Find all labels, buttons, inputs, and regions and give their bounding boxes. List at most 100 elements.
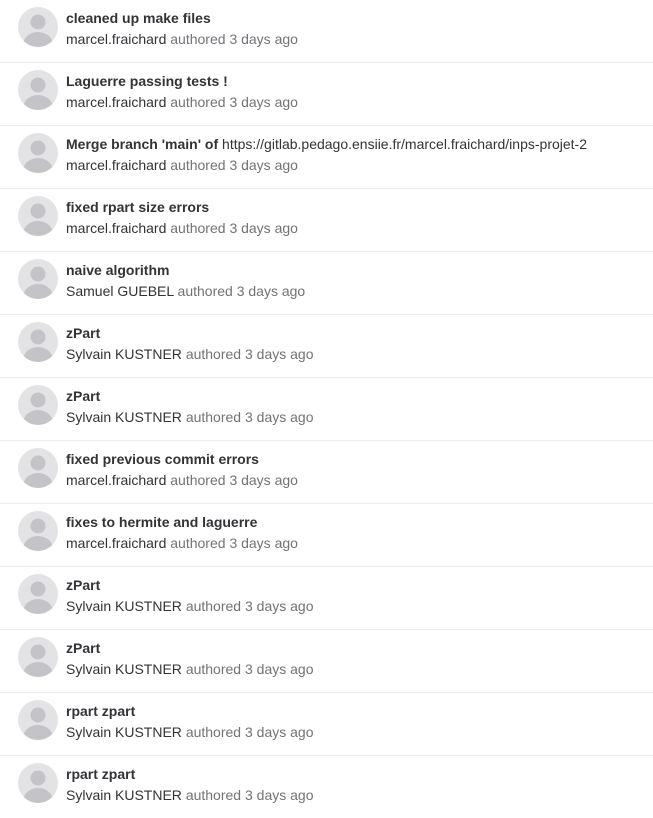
commit-title-link[interactable]: zPart <box>66 323 645 343</box>
author-link[interactable]: marcel.fraichard <box>66 31 166 47</box>
author-link[interactable]: marcel.fraichard <box>66 94 166 110</box>
avatar[interactable] <box>18 637 58 677</box>
commit-time-ago: 3 days ago <box>229 31 298 47</box>
commit-meta: Sylvain KUSTNER authored 3 days ago <box>66 722 645 742</box>
default-user-avatar-icon <box>23 644 53 677</box>
author-link[interactable]: Sylvain KUSTNER <box>66 724 182 740</box>
author-link[interactable]: Samuel GUEBEL <box>66 283 174 299</box>
commit-title-url: https://gitlab.pedago.ensiie.fr/marcel.f… <box>222 136 587 152</box>
commit-row: zPart Sylvain KUSTNER authored 3 days ag… <box>0 315 653 378</box>
commit-content: zPart Sylvain KUSTNER authored 3 days ag… <box>66 386 645 427</box>
avatar[interactable] <box>18 700 58 740</box>
commit-meta: marcel.fraichard authored 3 days ago <box>66 533 645 553</box>
authored-label: authored <box>170 94 226 110</box>
commit-time-ago: 3 days ago <box>229 157 298 173</box>
commit-row: naive algorithm Samuel GUEBEL authored 3… <box>0 252 653 315</box>
commit-content: fixed previous commit errors marcel.frai… <box>66 449 645 490</box>
avatar[interactable] <box>18 448 58 488</box>
commit-content: Merge branch 'main' of https://gitlab.pe… <box>66 134 645 175</box>
default-user-avatar-icon <box>23 707 53 740</box>
commit-list: cleaned up make files marcel.fraichard a… <box>0 0 653 818</box>
avatar[interactable] <box>18 7 58 47</box>
commit-row: zPart Sylvain KUSTNER authored 3 days ag… <box>0 630 653 693</box>
commit-content: zPart Sylvain KUSTNER authored 3 days ag… <box>66 323 645 364</box>
authored-label: authored <box>185 661 242 677</box>
commit-time-ago: 3 days ago <box>244 598 314 614</box>
author-link[interactable]: marcel.fraichard <box>66 220 166 236</box>
commit-meta: Sylvain KUSTNER authored 3 days ago <box>66 407 645 427</box>
commit-row: rpart zpart Sylvain KUSTNER authored 3 d… <box>0 756 653 818</box>
commit-title-link[interactable]: naive algorithm <box>66 260 645 280</box>
commit-meta: Sylvain KUSTNER authored 3 days ago <box>66 344 645 364</box>
commit-content: zPart Sylvain KUSTNER authored 3 days ag… <box>66 575 645 616</box>
authored-label: authored <box>185 724 242 740</box>
commit-content: rpart zpart Sylvain KUSTNER authored 3 d… <box>66 764 645 805</box>
commit-title: fixed previous commit errors <box>66 451 259 467</box>
commit-title: zPart <box>66 388 101 404</box>
commit-title-link[interactable]: rpart zpart <box>66 701 645 721</box>
commit-content: rpart zpart Sylvain KUSTNER authored 3 d… <box>66 701 645 742</box>
commit-title: zPart <box>66 325 101 341</box>
commit-title-link[interactable]: fixed previous commit errors <box>66 449 645 469</box>
commit-title-link[interactable]: zPart <box>66 638 645 658</box>
author-link[interactable]: Sylvain KUSTNER <box>66 346 182 362</box>
avatar[interactable] <box>18 511 58 551</box>
avatar[interactable] <box>18 259 58 299</box>
avatar[interactable] <box>18 763 58 803</box>
commit-content: zPart Sylvain KUSTNER authored 3 days ag… <box>66 638 645 679</box>
avatar[interactable] <box>18 574 58 614</box>
commit-title-link[interactable]: Merge branch 'main' of https://gitlab.pe… <box>66 134 645 154</box>
avatar[interactable] <box>18 385 58 425</box>
author-link[interactable]: marcel.fraichard <box>66 535 166 551</box>
commit-content: Laguerre passing tests ! marcel.fraichar… <box>66 71 645 112</box>
commit-meta: Sylvain KUSTNER authored 3 days ago <box>66 659 645 679</box>
commit-meta: marcel.fraichard authored 3 days ago <box>66 29 645 49</box>
commit-title-link[interactable]: rpart zpart <box>66 764 645 784</box>
commit-time-ago: 3 days ago <box>229 220 298 236</box>
commit-row: rpart zpart Sylvain KUSTNER authored 3 d… <box>0 693 653 756</box>
avatar[interactable] <box>18 70 58 110</box>
author-link[interactable]: Sylvain KUSTNER <box>66 661 182 677</box>
commit-title: naive algorithm <box>66 262 170 278</box>
default-user-avatar-icon <box>23 77 53 110</box>
author-link[interactable]: Sylvain KUSTNER <box>66 409 182 425</box>
avatar[interactable] <box>18 322 58 362</box>
authored-label: authored <box>185 409 242 425</box>
author-link[interactable]: marcel.fraichard <box>66 157 166 173</box>
commit-time-ago: 3 days ago <box>236 283 306 299</box>
commit-meta: Samuel GUEBEL authored 3 days ago <box>66 281 645 301</box>
author-link[interactable]: marcel.fraichard <box>66 472 166 488</box>
commit-meta: marcel.fraichard authored 3 days ago <box>66 155 645 175</box>
commit-title-link[interactable]: zPart <box>66 386 645 406</box>
commit-content: cleaned up make files marcel.fraichard a… <box>66 8 645 49</box>
avatar[interactable] <box>18 196 58 236</box>
commit-time-ago: 3 days ago <box>229 94 298 110</box>
commit-meta: Sylvain KUSTNER authored 3 days ago <box>66 785 645 805</box>
commit-time-ago: 3 days ago <box>244 661 314 677</box>
author-link[interactable]: Sylvain KUSTNER <box>66 787 182 803</box>
commit-title-link[interactable]: Laguerre passing tests ! <box>66 71 645 91</box>
authored-label: authored <box>185 598 242 614</box>
author-link[interactable]: Sylvain KUSTNER <box>66 598 182 614</box>
authored-label: authored <box>170 220 226 236</box>
commit-title-link[interactable]: fixes to hermite and laguerre <box>66 512 645 532</box>
commit-meta: marcel.fraichard authored 3 days ago <box>66 470 645 490</box>
commit-title-link[interactable]: cleaned up make files <box>66 8 645 28</box>
commit-meta: marcel.fraichard authored 3 days ago <box>66 92 645 112</box>
authored-label: authored <box>170 31 226 47</box>
commit-content: naive algorithm Samuel GUEBEL authored 3… <box>66 260 645 301</box>
authored-label: authored <box>177 283 233 299</box>
default-user-avatar-icon <box>23 581 53 614</box>
commit-row: cleaned up make files marcel.fraichard a… <box>0 0 653 63</box>
commit-title: rpart zpart <box>66 703 136 719</box>
commit-title: fixed rpart size errors <box>66 199 210 215</box>
commit-row: zPart Sylvain KUSTNER authored 3 days ag… <box>0 378 653 441</box>
avatar[interactable] <box>18 133 58 173</box>
commit-title: Merge branch 'main' of <box>66 136 219 152</box>
commit-title-link[interactable]: fixed rpart size errors <box>66 197 645 217</box>
commit-meta: Sylvain KUSTNER authored 3 days ago <box>66 596 645 616</box>
commit-time-ago: 3 days ago <box>244 724 314 740</box>
default-user-avatar-icon <box>23 392 53 425</box>
commit-title-link[interactable]: zPart <box>66 575 645 595</box>
default-user-avatar-icon <box>23 329 53 362</box>
